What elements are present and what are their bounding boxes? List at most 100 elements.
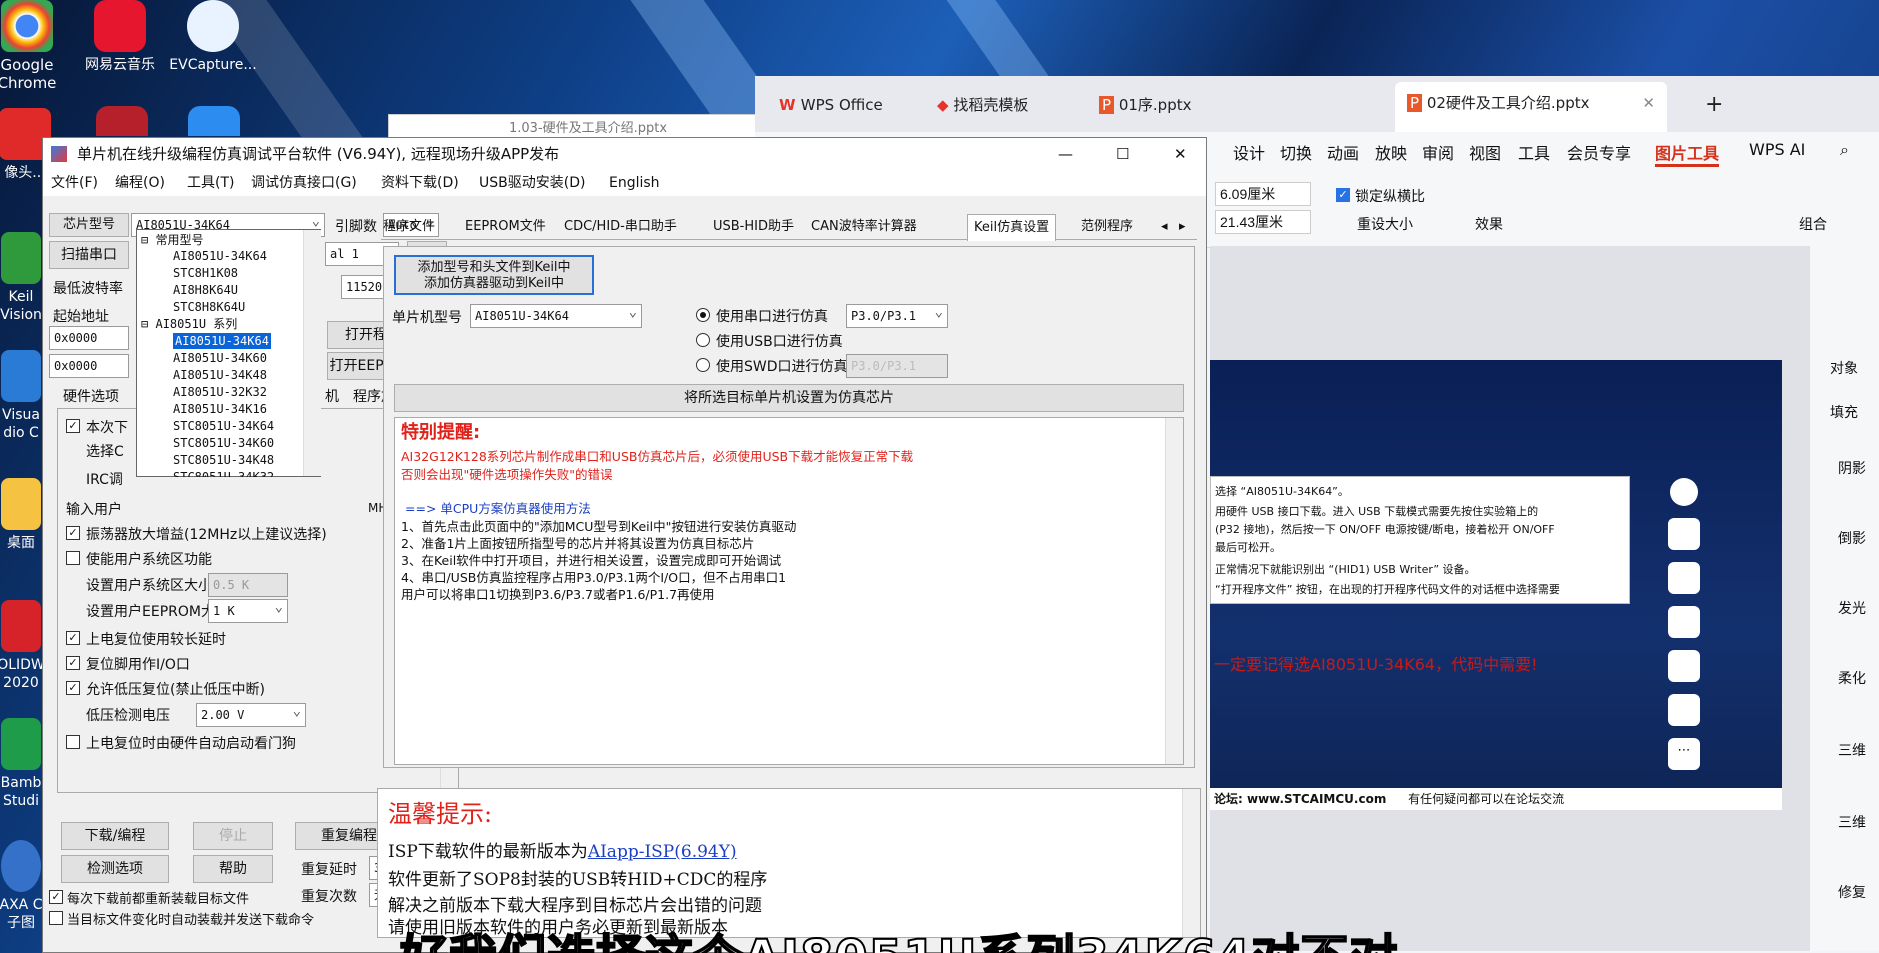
ribbon-picture-tools[interactable]: 图片工具 xyxy=(1655,140,1720,167)
side-label[interactable]: 柔化 xyxy=(1838,668,1866,688)
tab-program-file[interactable]: 程序文件 xyxy=(383,214,435,240)
side-label[interactable]: 发光 xyxy=(1838,598,1866,618)
list-item[interactable]: STC8051U-34K64 xyxy=(173,418,274,434)
list-item[interactable]: AI8051U-32K32 xyxy=(173,384,267,400)
option-checkbox[interactable]: ✓ xyxy=(66,526,80,540)
check-options-button[interactable]: 检测选项 xyxy=(61,855,169,883)
tab-templates[interactable]: ◆ 找稻壳模板 xyxy=(937,88,1028,122)
ribbon-wps-ai[interactable]: WPS AI xyxy=(1749,140,1805,159)
height-field[interactable]: 21.43厘米 xyxy=(1215,210,1311,234)
layers-icon[interactable] xyxy=(1668,518,1700,550)
reload-checkbox[interactable]: ✓ xyxy=(49,890,63,904)
list-group-header[interactable]: ⊟ 常用型号 xyxy=(141,232,203,248)
eeprom-size-select[interactable]: 1 K xyxy=(208,599,288,623)
width-field[interactable]: 6.09厘米 xyxy=(1215,182,1311,206)
search-icon[interactable]: ⌕ xyxy=(1840,140,1849,160)
zoom-icon[interactable] xyxy=(1668,606,1700,638)
list-item[interactable]: STC8051U-34K32 xyxy=(173,469,274,477)
ribbon-transition[interactable]: 切换 xyxy=(1280,140,1312,164)
menu-download[interactable]: 资料下载(D) xyxy=(381,170,459,196)
side-label[interactable]: 对象 xyxy=(1830,358,1858,378)
desktop-icon-chrome[interactable]: Google Chrome xyxy=(0,0,72,92)
option-checkbox[interactable]: ✓ xyxy=(66,656,80,670)
magic-icon[interactable] xyxy=(1668,650,1700,682)
desktop-icon-blue[interactable] xyxy=(188,106,240,136)
menu-tools[interactable]: 工具(T) xyxy=(187,170,234,196)
lock-ratio-checkbox[interactable]: ✓ xyxy=(1336,188,1350,202)
radio-usb-sim[interactable] xyxy=(696,333,710,347)
side-label[interactable]: 修复 xyxy=(1838,882,1866,902)
auto-load-checkbox[interactable] xyxy=(49,911,63,925)
more-icon[interactable]: ⋯ xyxy=(1668,738,1700,770)
tab-scroll-left-icon[interactable]: ◂ xyxy=(1161,214,1168,240)
notice-scrollbar[interactable] xyxy=(1165,418,1183,764)
ribbon-view[interactable]: 视图 xyxy=(1469,140,1501,164)
ribbon-design[interactable]: 设计 xyxy=(1233,140,1265,164)
menu-debug[interactable]: 调试仿真接口(G) xyxy=(251,170,357,196)
list-item[interactable]: STC8H8K64U xyxy=(173,299,245,315)
slide-text-box[interactable]: 选择 “AI8051U-34K64”。 用硬件 USB 接口下载。进入 USB … xyxy=(1210,476,1630,604)
ribbon-slideshow[interactable]: 放映 xyxy=(1375,140,1407,164)
lvd-select[interactable]: 2.00 V xyxy=(196,703,306,727)
side-label[interactable]: 三维 xyxy=(1838,812,1866,832)
list-item[interactable]: STC8H1K08 xyxy=(173,265,238,281)
ribbon-review[interactable]: 审阅 xyxy=(1422,140,1454,164)
tab-examples[interactable]: 范例程序 xyxy=(1081,214,1133,240)
radio-swd-sim[interactable] xyxy=(696,358,710,372)
mcu-model-select[interactable]: AI8051U-34K64 xyxy=(470,304,642,328)
option-checkbox[interactable]: ✓ xyxy=(66,419,80,433)
scan-port-button[interactable]: 扫描串口 xyxy=(49,241,129,269)
option-checkbox[interactable]: ✓ xyxy=(66,631,80,645)
list-item[interactable]: AI8051U-34K60 xyxy=(173,350,267,366)
tab-02-pptx[interactable]: P 02硬件及工具介绍.pptx ✕ xyxy=(1395,82,1667,132)
list-scrollbar[interactable] xyxy=(303,230,321,476)
list-item[interactable]: AI8H8K64U xyxy=(173,282,238,298)
list-item[interactable]: STC8051U-34K48 xyxy=(173,452,274,468)
radio-uart-sim[interactable] xyxy=(696,308,710,322)
tab-eeprom-file[interactable]: EEPROM文件 xyxy=(465,214,546,240)
address2-field[interactable]: 0x0000 xyxy=(49,354,129,378)
side-label[interactable]: 三维 xyxy=(1838,740,1866,760)
list-group-header[interactable]: ⊟ AI8051U 系列 xyxy=(141,316,237,332)
tab-keil-sim[interactable]: Keil仿真设置 xyxy=(967,214,1057,241)
side-label[interactable]: 填充 xyxy=(1830,402,1858,422)
ribbon-member[interactable]: 会员专享 xyxy=(1567,140,1631,164)
close-button[interactable]: ✕ xyxy=(1174,138,1187,170)
crop-icon[interactable] xyxy=(1668,562,1700,594)
option-checkbox[interactable] xyxy=(66,551,80,565)
tab-usb-hid[interactable]: USB-HID助手 xyxy=(713,214,794,240)
minimize-button[interactable]: — xyxy=(1058,138,1073,170)
tab-can-calc[interactable]: CAN波特率计算器 xyxy=(811,214,917,240)
set-sim-chip-button[interactable]: 将所选目标单片机设置为仿真芯片 xyxy=(394,384,1184,412)
group-button[interactable]: 组合 xyxy=(1799,214,1827,234)
list-item-selected[interactable]: AI8051U-34K64 xyxy=(173,333,271,349)
ribbon-animation[interactable]: 动画 xyxy=(1327,140,1359,164)
tab-partial[interactable]: 机 xyxy=(325,386,339,406)
list-item[interactable]: AI8051U-34K64 xyxy=(173,248,267,264)
add-to-keil-button[interactable]: 添加型号和头文件到Keil中 添加仿真器驱动到Keil中 xyxy=(394,255,594,295)
list-item[interactable]: AI8051U-34K16 xyxy=(173,401,267,417)
menu-file[interactable]: 文件(F) xyxy=(51,170,98,196)
ribbon-tools[interactable]: 工具 xyxy=(1518,140,1550,164)
option-checkbox[interactable] xyxy=(66,735,80,749)
desktop-icon-evcapture[interactable]: EVCapture... xyxy=(168,0,258,74)
new-tab-button[interactable]: + xyxy=(1705,88,1723,122)
hw-options-tab[interactable]: 硬件选项 xyxy=(63,386,119,406)
desktop-icon-red[interactable] xyxy=(96,106,148,136)
help-button[interactable]: 帮助 xyxy=(193,855,273,883)
effect-button[interactable]: 效果 xyxy=(1475,214,1503,234)
address1-field[interactable]: 0x0000 xyxy=(49,326,129,350)
tab-01-pptx[interactable]: P 01序.pptx xyxy=(1099,88,1192,122)
reset-size-button[interactable]: 重设大小 xyxy=(1357,214,1413,234)
tab-wps-office[interactable]: W WPS Office xyxy=(779,88,883,122)
menu-program[interactable]: 编程(O) xyxy=(115,170,165,196)
desktop-icon-netease-music[interactable]: 网易云音乐 xyxy=(75,0,165,74)
side-label[interactable]: 阴影 xyxy=(1838,458,1866,478)
tips-scrollbar[interactable] xyxy=(1182,789,1200,937)
maximize-button[interactable]: ☐ xyxy=(1116,138,1129,170)
list-item[interactable]: STC8051U-34K60 xyxy=(173,435,274,451)
side-label[interactable]: 倒影 xyxy=(1838,528,1866,548)
uart-port-select[interactable]: P3.0/P3.1 xyxy=(846,304,948,328)
collapse-icon[interactable] xyxy=(1670,478,1698,506)
fit-icon[interactable] xyxy=(1668,694,1700,726)
